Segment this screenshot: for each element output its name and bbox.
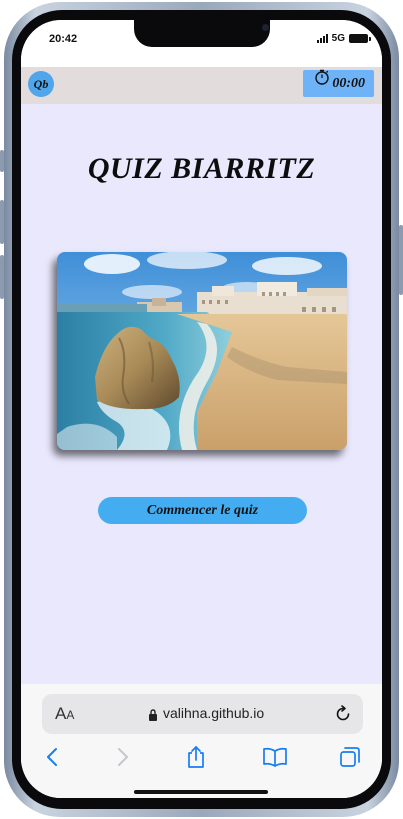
app-logo[interactable]: Qb xyxy=(28,71,54,97)
main-content: QUIZ BIARRITZ Commencer le quiz xyxy=(21,104,382,684)
network-label: 5G xyxy=(331,33,345,44)
text-size-button[interactable]: AA xyxy=(55,704,74,724)
forward-icon xyxy=(118,748,128,766)
bookmarks-icon xyxy=(263,747,287,767)
phone-screen: 20:42 5G Qb 00:00 QUIZ BIARRITZ Commence… xyxy=(21,20,382,798)
biarritz-photo xyxy=(57,252,347,450)
reload-icon[interactable] xyxy=(333,704,353,724)
back-button[interactable] xyxy=(37,744,67,770)
app-header: Qb 00:00 xyxy=(21,67,382,104)
power-button xyxy=(399,225,403,295)
forward-button[interactable] xyxy=(108,744,138,770)
url-text: valihna.github.io xyxy=(163,705,265,721)
status-time: 20:42 xyxy=(49,33,78,45)
quiz-timer: 00:00 xyxy=(303,69,374,97)
action-button xyxy=(0,150,4,172)
battery-icon xyxy=(349,34,371,43)
timer-value: 00:00 xyxy=(332,76,365,91)
stopwatch-icon xyxy=(315,69,329,85)
start-quiz-button[interactable]: Commencer le quiz xyxy=(98,497,307,524)
share-icon xyxy=(188,746,204,768)
front-camera xyxy=(262,24,269,31)
logo-text: Qb xyxy=(33,76,49,91)
back-icon xyxy=(47,748,57,766)
lock-icon xyxy=(149,709,157,721)
share-button[interactable] xyxy=(181,744,211,770)
status-indicators: 5G xyxy=(316,33,371,44)
home-indicator[interactable] xyxy=(134,790,268,794)
signal-icon xyxy=(316,34,328,43)
page-title: QUIZ BIARRITZ xyxy=(87,152,316,185)
notch xyxy=(134,20,270,47)
address-bar[interactable]: AA valihna.github.io xyxy=(42,694,363,734)
volume-up-button xyxy=(0,200,4,244)
browser-chrome: AA valihna.github.io xyxy=(21,684,382,798)
status-bar: 20:42 5G xyxy=(21,20,382,67)
tabs-icon xyxy=(340,747,360,767)
tabs-button[interactable] xyxy=(335,744,365,770)
volume-down-button xyxy=(0,255,4,299)
bookmarks-button[interactable] xyxy=(260,744,290,770)
